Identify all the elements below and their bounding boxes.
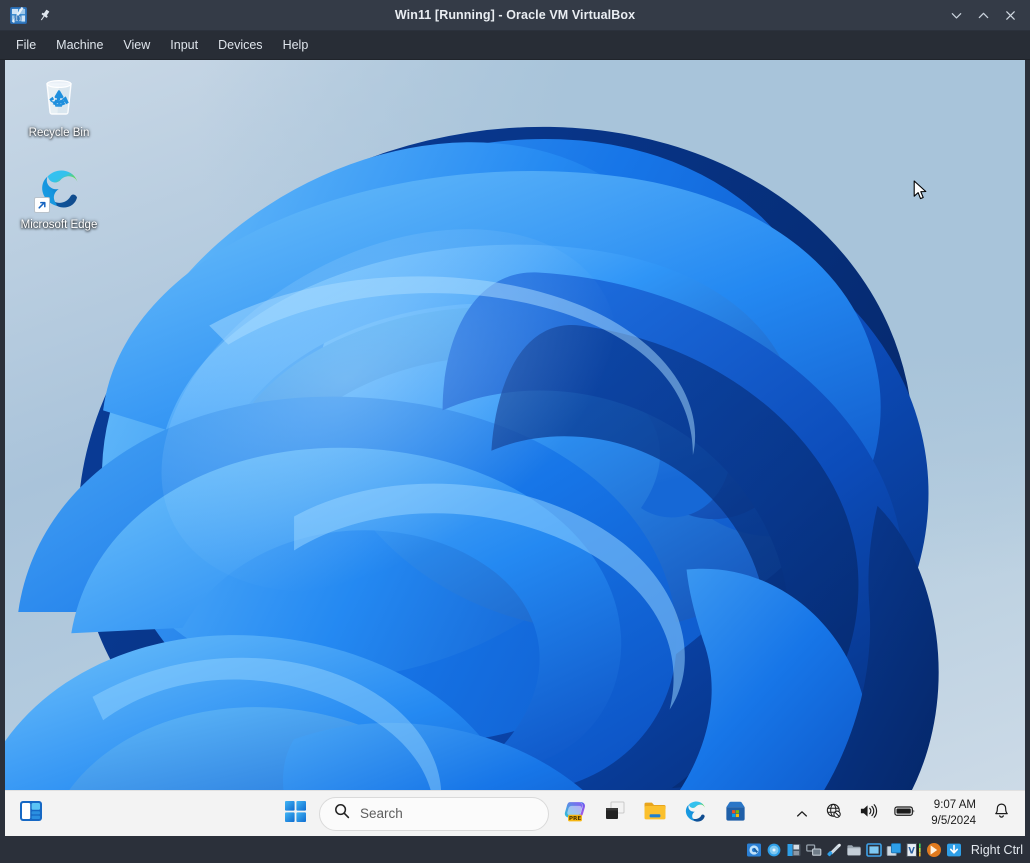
host-key-icon[interactable] [946,842,962,858]
guest-screen[interactable]: Recycle Bin Microsoft Edge Search PRE 9:… [0,60,1030,836]
svg-text:PRE: PRE [569,816,582,822]
desktop-icon-microsoft-edge[interactable]: Microsoft Edge [11,164,107,232]
host-key-label: Right Ctrl [970,842,1023,857]
optical-drive-icon[interactable] [766,842,782,858]
taskbar-app-microsoft-edge[interactable] [675,794,715,834]
windows-taskbar: Search PRE 9:07 AM 9/5/2024 [5,790,1025,836]
network-adapter-icon[interactable] [806,842,822,858]
taskbar-app-copilot[interactable]: PRE [555,794,595,834]
virtualbox-window: 11 Win11 [Running] - Oracle VM VirtualBo… [0,0,1030,863]
task-view-icon [603,799,627,828]
menu-item-machine[interactable]: Machine [46,33,113,57]
usb-icon[interactable] [826,842,842,858]
system-tray: 9:07 AM 9/5/2024 [788,791,1025,837]
menu-item-view[interactable]: View [113,33,160,57]
globe-no-internet-icon [825,802,843,825]
tray-network-button[interactable] [818,796,850,832]
maximize-button[interactable] [970,2,997,28]
virtualbox-statusbar: V Right Ctrl [0,836,1030,863]
shared-folders-icon[interactable] [846,842,862,858]
bell-icon [993,802,1010,825]
close-button[interactable] [997,2,1024,28]
windows-start-icon [284,800,307,828]
vm-features-icon[interactable]: V [906,842,922,858]
taskbar-app-file-explorer[interactable] [635,794,675,834]
windows-desktop[interactable]: Recycle Bin Microsoft Edge Search PRE 9:… [5,60,1025,836]
start-button[interactable] [275,794,315,834]
mouse-integration-icon[interactable] [926,842,942,858]
window-title: Win11 [Running] - Oracle VM VirtualBox [394,8,636,22]
desktop-icon-label: Microsoft Edge [20,219,98,231]
bloom-wallpaper-artwork [5,91,1005,836]
taskbar-search-box[interactable]: Search [319,796,549,831]
battery-icon [894,804,916,823]
menu-item-input[interactable]: Input [160,33,208,57]
window-titlebar: 11 Win11 [Running] - Oracle VM VirtualBo… [0,0,1030,31]
display-icon[interactable] [866,842,882,858]
file-explorer-icon [642,798,668,829]
shortcut-arrow-icon [34,197,50,213]
tray-time: 9:07 AM [933,798,976,811]
speaker-icon [859,802,878,825]
taskbar-widgets-button[interactable] [5,798,57,829]
menu-item-devices[interactable]: Devices [208,33,272,57]
desktop-icon-recycle-bin[interactable]: Recycle Bin [11,72,107,140]
mouse-pointer-icon [913,180,929,202]
microsoft-edge-icon [682,798,708,829]
search-input[interactable]: Search [360,806,403,821]
microsoft-store-icon [723,799,748,829]
menu-item-file[interactable]: File [6,33,46,57]
tray-overflow-button[interactable] [788,796,816,832]
tray-notifications-button[interactable] [986,796,1017,832]
widgets-icon [18,798,44,829]
svg-text:V: V [908,845,915,855]
tray-clock[interactable]: 9:07 AM 9/5/2024 [925,798,984,829]
recording-icon[interactable] [886,842,902,858]
taskbar-center-group: Search PRE [275,791,755,837]
recycle-bin-icon [35,72,83,120]
virtualbox-logo-icon: 11 [9,6,28,25]
copilot-icon: PRE [562,798,588,829]
tray-date: 9/5/2024 [931,814,976,827]
hard-disk-icon[interactable] [746,842,762,858]
tray-volume-button[interactable] [852,796,885,832]
desktop-icon-label: Recycle Bin [28,127,90,139]
floppy-drive-icon[interactable] [786,842,802,858]
tray-battery-button[interactable] [887,796,923,832]
application-menubar: File Machine View Input Devices Help [0,31,1030,60]
minimize-button[interactable] [943,2,970,28]
search-icon [334,803,350,824]
pin-icon[interactable] [37,8,52,23]
menu-item-help[interactable]: Help [273,33,319,57]
window-controls [943,2,1030,28]
taskbar-app-microsoft-store[interactable] [715,794,755,834]
svg-text:11: 11 [15,16,22,22]
taskbar-app-task-view[interactable] [595,794,635,834]
titlebar-left-group: 11 [0,6,52,25]
microsoft-edge-icon [34,164,83,213]
